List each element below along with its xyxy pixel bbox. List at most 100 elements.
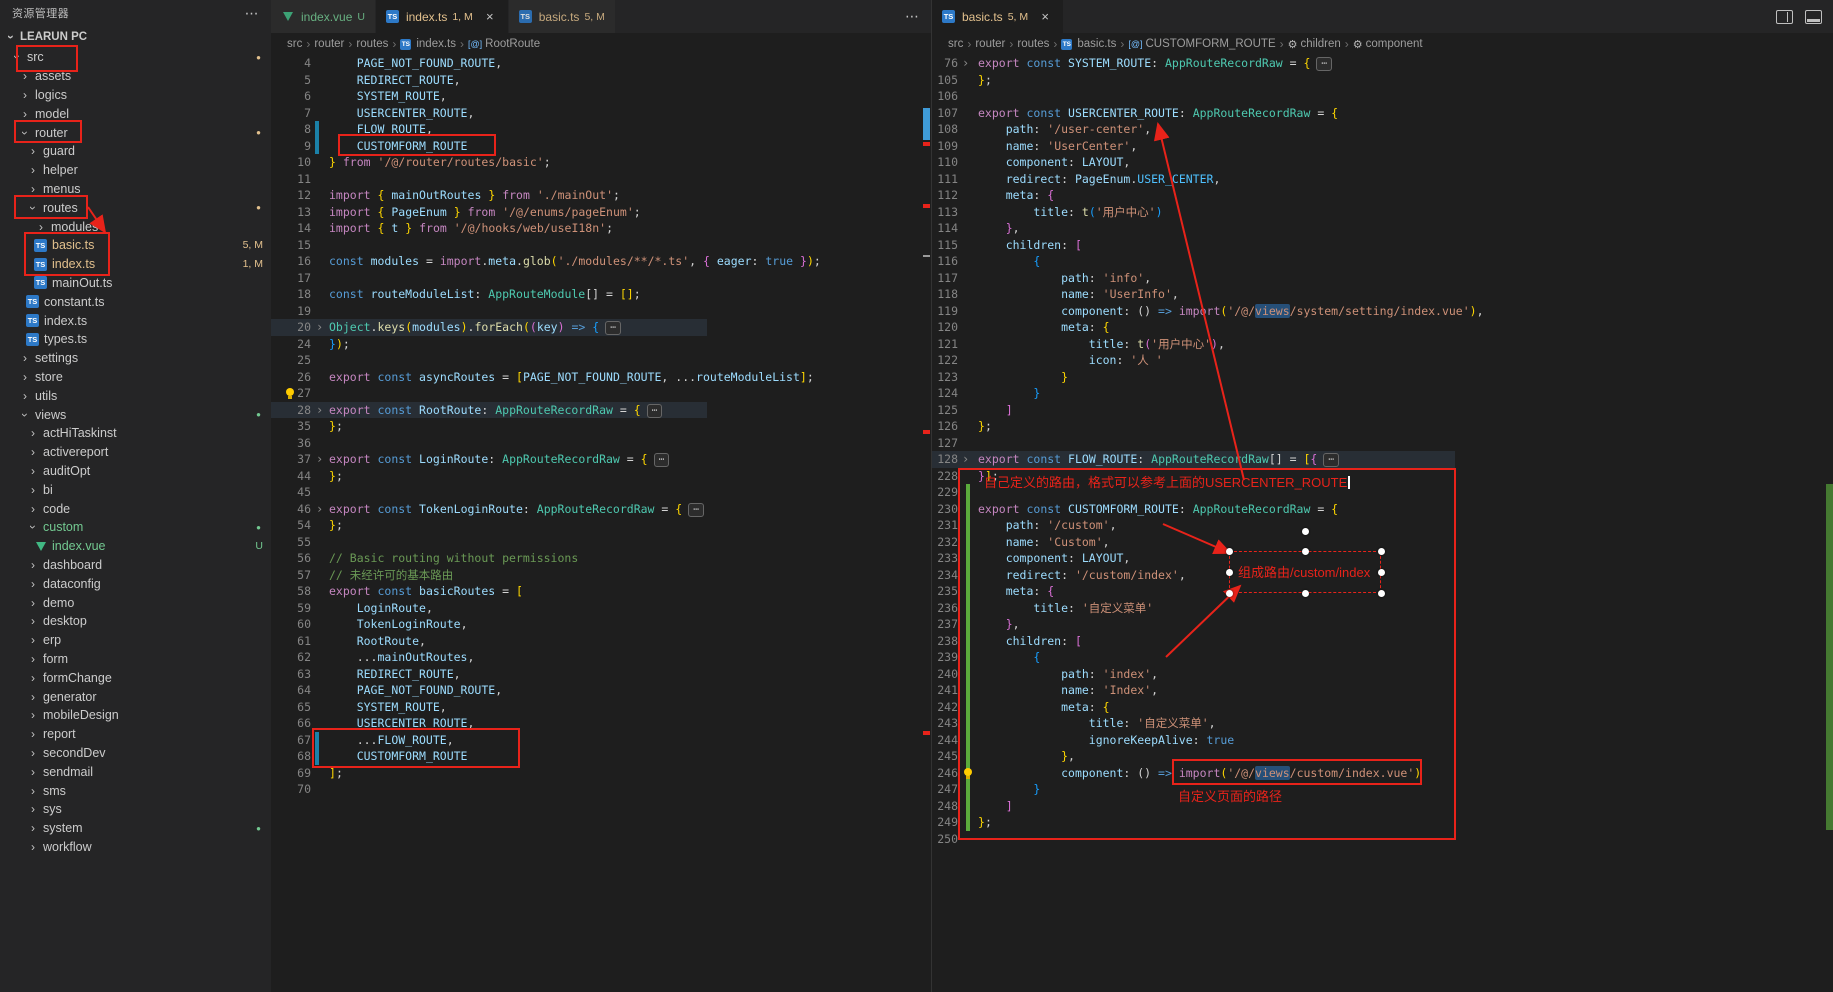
code-line-55[interactable]: 55 — [271, 534, 931, 551]
code-line-17[interactable]: 17 — [271, 270, 931, 287]
code-line-239[interactable]: 239 { — [932, 649, 1833, 666]
code-line-234[interactable]: 234 redirect: '/custom/index', — [932, 567, 1833, 584]
tree-folder-activereport[interactable]: ›activereport — [0, 443, 271, 462]
tree-folder-logics[interactable]: ›logics — [0, 86, 271, 105]
code-line-235[interactable]: 235 meta: { — [932, 583, 1833, 600]
code-line-112[interactable]: 112 meta: { — [932, 187, 1833, 204]
close-icon[interactable]: × — [1037, 9, 1053, 24]
tree-folder-views[interactable]: ›views● — [0, 405, 271, 424]
code-line-13[interactable]: 13import { PageEnum } from '/@/enums/pag… — [271, 204, 931, 221]
code-line-105[interactable]: 105}; — [932, 72, 1833, 89]
folded-code-badge[interactable]: ⋯ — [1316, 57, 1332, 71]
fold-chevron-icon[interactable]: › — [316, 501, 323, 518]
code-line-14[interactable]: 14import { t } from '/@/hooks/web/useI18… — [271, 220, 931, 237]
code-line-35[interactable]: 35}; — [271, 418, 931, 435]
tree-folder-system[interactable]: ›system● — [0, 819, 271, 838]
code-line-54[interactable]: 54}; — [271, 517, 931, 534]
tree-folder-bi[interactable]: ›bi — [0, 480, 271, 499]
tree-folder-modules[interactable]: ›modules — [0, 217, 271, 236]
code-line-5[interactable]: 5 REDIRECT_ROUTE, — [271, 72, 931, 89]
code-line-248[interactable]: 248 ] — [932, 798, 1833, 815]
tree-folder-helper[interactable]: ›helper — [0, 161, 271, 180]
tree-folder-utils[interactable]: ›utils — [0, 386, 271, 405]
tree-folder-generator[interactable]: ›generator — [0, 687, 271, 706]
code-line-24[interactable]: 24}); — [271, 336, 931, 353]
tree-folder-dataconfig[interactable]: ›dataconfig — [0, 574, 271, 593]
tree-folder-actHiTaskinst[interactable]: ›actHiTaskinst — [0, 424, 271, 443]
code-editor[interactable]: 76›export const SYSTEM_ROUTE: AppRouteRe… — [932, 55, 1833, 992]
tab-basic.ts[interactable]: TSbasic.ts5, M — [509, 0, 616, 33]
tree-folder-secondDev[interactable]: ›secondDev — [0, 744, 271, 763]
tab-index.ts[interactable]: TSindex.ts1, M× — [376, 0, 509, 33]
code-line-9[interactable]: 9 CUSTOMFORM_ROUTE — [271, 138, 931, 155]
breadcrumb-item-index.ts[interactable]: TSindex.ts — [400, 38, 456, 50]
tree-file-types.ts[interactable]: TStypes.ts — [0, 330, 271, 349]
code-line-125[interactable]: 125 ] — [932, 402, 1833, 419]
tree-folder-report[interactable]: ›report — [0, 725, 271, 744]
lightbulb-icon[interactable] — [284, 388, 295, 399]
code-line-240[interactable]: 240 path: 'index', — [932, 666, 1833, 683]
code-line-126[interactable]: 126}; — [932, 418, 1833, 435]
tree-folder-dashboard[interactable]: ›dashboard — [0, 556, 271, 575]
tree-file-constant.ts[interactable]: TSconstant.ts — [0, 292, 271, 311]
code-editor[interactable]: 4 PAGE_NOT_FOUND_ROUTE,5 REDIRECT_ROUTE,… — [271, 55, 931, 992]
tree-folder-desktop[interactable]: ›desktop — [0, 612, 271, 631]
fold-chevron-icon[interactable]: › — [962, 55, 969, 72]
tree-folder-auditOpt[interactable]: ›auditOpt — [0, 462, 271, 481]
code-line-16[interactable]: 16const modules = import.meta.glob('./mo… — [271, 253, 931, 270]
toggle-panel-icon[interactable] — [1805, 10, 1822, 24]
code-line-61[interactable]: 61 RootRoute, — [271, 633, 931, 650]
fold-chevron-icon[interactable]: › — [316, 319, 323, 336]
code-line-237[interactable]: 237 }, — [932, 616, 1833, 633]
code-line-62[interactable]: 62 ...mainOutRoutes, — [271, 649, 931, 666]
code-line-46[interactable]: 46›export const TokenLoginRoute: AppRout… — [271, 501, 931, 518]
code-line-45[interactable]: 45 — [271, 484, 931, 501]
tree-folder-router[interactable]: ›router● — [0, 123, 271, 142]
tree-folder-custom[interactable]: ›custom● — [0, 518, 271, 537]
code-line-56[interactable]: 56// Basic routing without permissions — [271, 550, 931, 567]
code-line-37[interactable]: 37›export const LoginRoute: AppRouteReco… — [271, 451, 931, 468]
code-line-4[interactable]: 4 PAGE_NOT_FOUND_ROUTE, — [271, 55, 931, 72]
tree-file-index.ts[interactable]: TSindex.ts1, M — [0, 255, 271, 274]
code-line-250[interactable]: 250 — [932, 831, 1833, 848]
code-line-7[interactable]: 7 USERCENTER_ROUTE, — [271, 105, 931, 122]
code-line-233[interactable]: 233 component: LAYOUT, — [932, 550, 1833, 567]
code-line-28[interactable]: 28›export const RootRoute: AppRouteRecor… — [271, 402, 931, 419]
code-line-241[interactable]: 241 name: 'Index', — [932, 682, 1833, 699]
code-line-117[interactable]: 117 path: 'info', — [932, 270, 1833, 287]
breadcrumb-item-RootRoute[interactable]: [@]RootRoute — [468, 38, 540, 50]
code-line-114[interactable]: 114 }, — [932, 220, 1833, 237]
tree-file-mainOut.ts[interactable]: TSmainOut.ts — [0, 274, 271, 293]
tree-folder-model[interactable]: ›model — [0, 104, 271, 123]
code-line-58[interactable]: 58export const basicRoutes = [ — [271, 583, 931, 600]
split-editor-icon[interactable] — [1776, 10, 1793, 24]
code-line-18[interactable]: 18const routeModuleList: AppRouteModule[… — [271, 286, 931, 303]
code-line-69[interactable]: 69]; — [271, 765, 931, 782]
tree-file-index.vue[interactable]: index.vueU — [0, 537, 271, 556]
tree-folder-guard[interactable]: ›guard — [0, 142, 271, 161]
code-line-109[interactable]: 109 name: 'UserCenter', — [932, 138, 1833, 155]
tree-folder-sms[interactable]: ›sms — [0, 781, 271, 800]
code-line-108[interactable]: 108 path: '/user-center', — [932, 121, 1833, 138]
code-line-57[interactable]: 57// 未经许可的基本路由 — [271, 567, 931, 584]
code-line-238[interactable]: 238 children: [ — [932, 633, 1833, 650]
code-line-11[interactable]: 11 — [271, 171, 931, 188]
code-line-128[interactable]: 128›export const FLOW_ROUTE: AppRouteRec… — [932, 451, 1833, 468]
code-line-27[interactable]: 27 — [271, 385, 931, 402]
explorer-root-folder[interactable]: › LEARUN PC — [0, 26, 271, 48]
code-line-59[interactable]: 59 LoginRoute, — [271, 600, 931, 617]
code-line-10[interactable]: 10} from '/@/router/routes/basic'; — [271, 154, 931, 171]
tree-folder-menus[interactable]: ›menus — [0, 180, 271, 199]
code-line-122[interactable]: 122 icon: '人 ' — [932, 352, 1833, 369]
breadcrumb-item-CUSTOMFORM_ROUTE[interactable]: [@]CUSTOMFORM_ROUTE — [1128, 38, 1275, 50]
code-line-8[interactable]: 8 FLOW_ROUTE, — [271, 121, 931, 138]
code-line-113[interactable]: 113 title: t('用户中心') — [932, 204, 1833, 221]
overview-ruler[interactable] — [922, 0, 931, 992]
code-line-232[interactable]: 232 name: 'Custom', — [932, 534, 1833, 551]
code-line-228[interactable]: 228}]; — [932, 468, 1833, 485]
code-line-44[interactable]: 44}; — [271, 468, 931, 485]
tree-folder-routes[interactable]: ›routes● — [0, 198, 271, 217]
code-line-107[interactable]: 107export const USERCENTER_ROUTE: AppRou… — [932, 105, 1833, 122]
breadcrumb-item-routes[interactable]: routes — [1017, 38, 1049, 50]
code-line-124[interactable]: 124 } — [932, 385, 1833, 402]
